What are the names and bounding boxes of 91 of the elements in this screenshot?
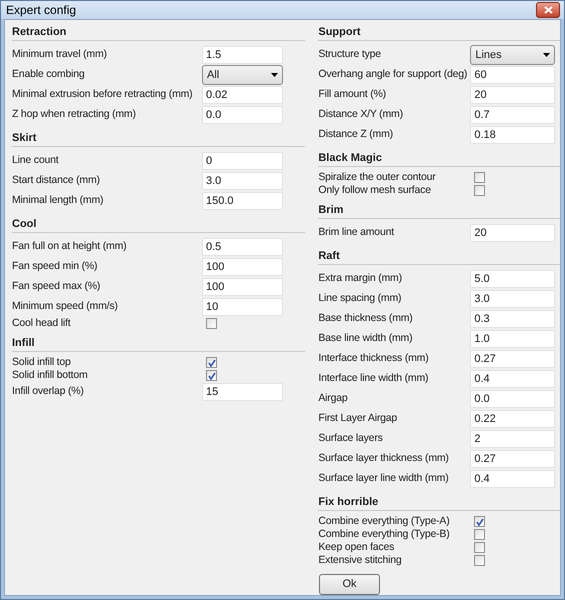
field-label: Base thickness (mm) xyxy=(318,311,414,326)
field-label: Overhang angle for support (deg) xyxy=(318,67,468,82)
field-label: Minimal length (mm) xyxy=(12,193,104,208)
input-field[interactable]: 60 xyxy=(470,66,556,84)
input-field[interactable]: 0.0 xyxy=(202,106,283,124)
dropdown[interactable]: Lines xyxy=(470,45,556,65)
input-field[interactable]: 100 xyxy=(202,278,283,296)
input-field[interactable]: 2 xyxy=(470,430,556,448)
field-label: Solid infill bottom xyxy=(12,368,89,383)
window-title: Expert config xyxy=(6,2,76,19)
field-label: Surface layer thickness (mm) xyxy=(318,451,450,466)
input-field[interactable]: 0.18 xyxy=(470,126,556,144)
field-label: Minimum travel (mm) xyxy=(12,47,108,62)
field-label: Base line width (mm) xyxy=(318,331,414,346)
field-label: Minimum speed (mm/s) xyxy=(12,299,119,314)
section-heading: Fix horrible xyxy=(318,496,378,508)
section-heading: Raft xyxy=(318,250,340,262)
input-field[interactable]: 0.4 xyxy=(470,470,556,488)
field-label: Structure type xyxy=(318,47,382,62)
input-field[interactable]: 150.0 xyxy=(202,192,283,210)
checkbox[interactable] xyxy=(474,172,486,183)
checkbox[interactable] xyxy=(206,318,217,329)
input-field[interactable]: 3.0 xyxy=(202,172,283,190)
field-label: Z hop when retracting (mm) xyxy=(12,107,137,122)
field-label: Surface layer line width (mm) xyxy=(318,471,450,486)
field-label: Distance Z (mm) xyxy=(318,127,394,142)
checkbox[interactable] xyxy=(206,357,217,368)
field-label: Solid infill top xyxy=(12,354,72,370)
field-label: Infill overlap (%) xyxy=(12,384,85,400)
field-label: Line count xyxy=(12,153,60,168)
input-field[interactable]: 0.5 xyxy=(202,238,283,256)
section-heading: Black Magic xyxy=(318,152,382,164)
section-heading: Brim xyxy=(318,204,344,216)
field-label: Surface layers xyxy=(318,431,384,446)
caret-icon xyxy=(271,73,278,77)
input-field[interactable]: 10 xyxy=(202,298,283,316)
field-label: Distance X/Y (mm) xyxy=(318,107,404,122)
section-heading: Infill xyxy=(12,337,35,349)
field-label: First Layer Airgap xyxy=(318,411,398,426)
caret-icon xyxy=(543,53,550,57)
checkbox[interactable] xyxy=(474,516,486,527)
field-label: Combine everything (Type-B) xyxy=(318,526,451,542)
input-field[interactable]: 0.27 xyxy=(470,450,556,468)
field-label: Fill amount (%) xyxy=(318,87,387,102)
field-label: Only follow mesh surface xyxy=(318,182,432,198)
section-heading: Skirt xyxy=(12,132,36,144)
field-label: Cool head lift xyxy=(12,316,72,331)
input-field[interactable]: 0.7 xyxy=(470,106,556,124)
field-label: Line spacing (mm) xyxy=(318,291,402,306)
field-label: Extra margin (mm) xyxy=(318,271,403,286)
section-heading: Cool xyxy=(12,218,36,230)
field-label: Minimal extrusion before retracting (mm) xyxy=(12,87,194,102)
checkbox[interactable] xyxy=(474,542,486,553)
input-field[interactable]: 20 xyxy=(470,224,556,242)
input-field[interactable]: 15 xyxy=(202,383,283,401)
field-label: Interface thickness (mm) xyxy=(318,351,430,366)
field-label: Extensive stitching xyxy=(318,552,403,568)
checkbox[interactable] xyxy=(474,185,486,196)
checkbox[interactable] xyxy=(206,370,217,381)
input-field[interactable]: 1.5 xyxy=(202,46,283,64)
field-label: Airgap xyxy=(318,391,349,406)
field-label: Combine everything (Type-A) xyxy=(318,514,451,529)
field-label: Enable combing xyxy=(12,67,86,82)
input-field[interactable]: 3.0 xyxy=(470,290,556,308)
section-heading: Support xyxy=(318,26,361,38)
ok-button[interactable]: Ok xyxy=(319,574,380,595)
field-label: Fan speed max (%) xyxy=(12,279,102,294)
input-field[interactable]: 20 xyxy=(470,86,556,104)
section-heading: Retraction xyxy=(12,26,66,38)
close-button[interactable] xyxy=(536,2,560,18)
field-label: Interface line width (mm) xyxy=(318,371,430,386)
field-label: Fan speed min (%) xyxy=(12,259,98,274)
checkbox[interactable] xyxy=(474,529,486,540)
input-field[interactable]: 1.0 xyxy=(470,330,556,348)
checkbox[interactable] xyxy=(474,555,486,566)
close-icon xyxy=(544,6,552,14)
field-label: Spiralize the outer contour xyxy=(318,170,437,185)
input-field[interactable]: 0.27 xyxy=(470,350,556,368)
input-field[interactable]: 0.3 xyxy=(470,310,556,328)
input-field[interactable]: 0 xyxy=(202,152,283,170)
field-label: Start distance (mm) xyxy=(12,173,101,188)
field-label: Brim line amount xyxy=(318,225,396,240)
input-field[interactable]: 100 xyxy=(202,258,283,276)
input-field[interactable]: 5.0 xyxy=(470,270,556,288)
input-field[interactable]: 0.0 xyxy=(470,390,556,408)
input-field[interactable]: 0.22 xyxy=(470,410,556,428)
dropdown[interactable]: All xyxy=(202,65,283,85)
field-label: Fan full on at height (mm) xyxy=(12,239,128,254)
input-field[interactable]: 0.02 xyxy=(202,86,283,104)
field-label: Keep open faces xyxy=(318,540,396,555)
input-field[interactable]: 0.4 xyxy=(470,370,556,388)
